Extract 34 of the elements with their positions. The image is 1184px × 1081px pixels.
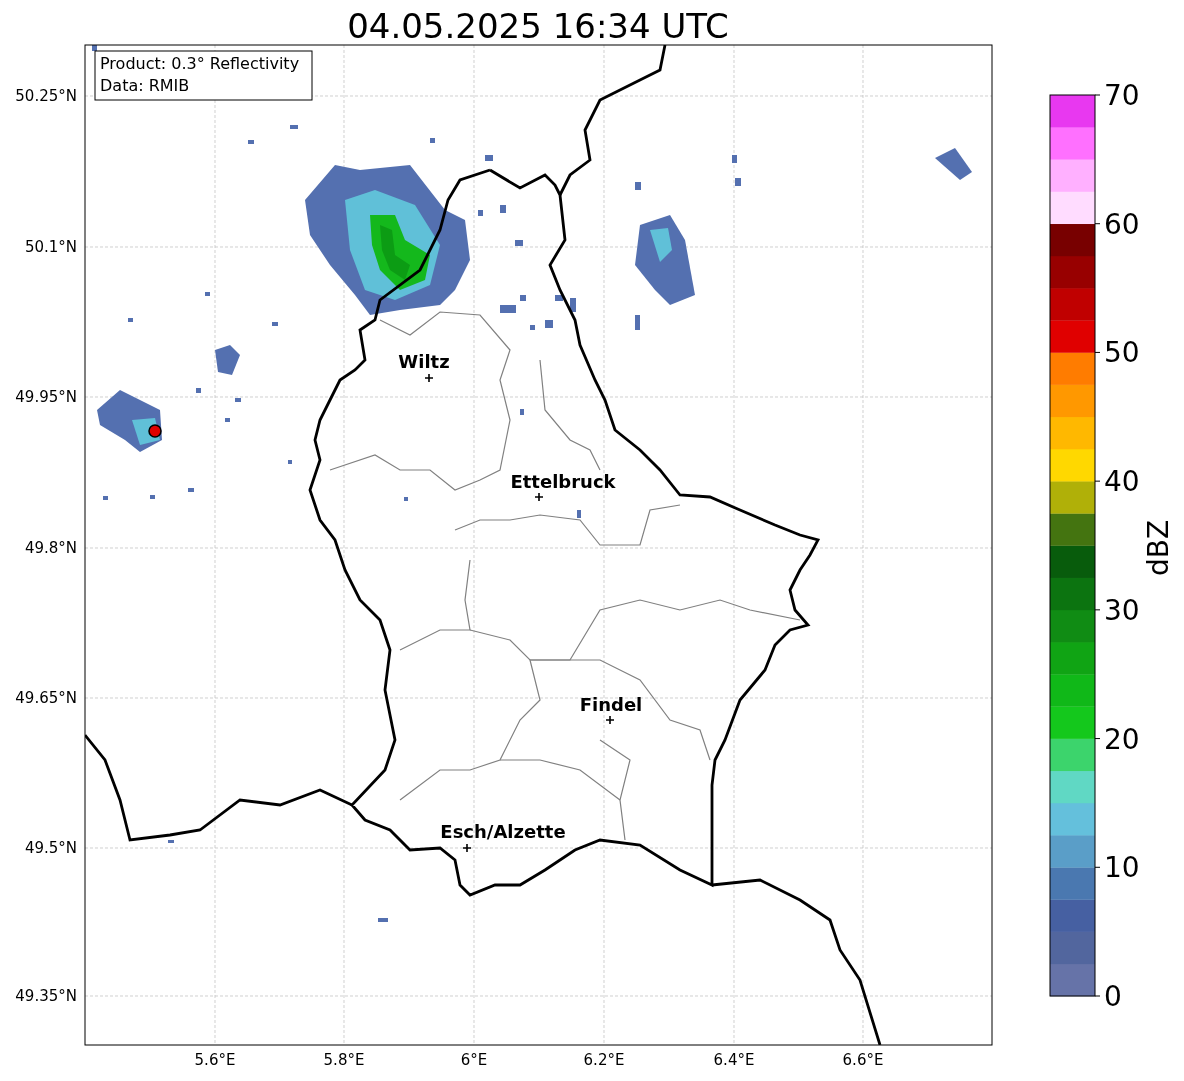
colorbar-tick-label: 60 xyxy=(1104,207,1140,241)
city-marker xyxy=(462,843,472,853)
longitude-label: 5.6°E xyxy=(194,1051,236,1069)
latitude-label: 49.5°N xyxy=(24,839,77,857)
chart-title: 04.05.2025 16:34 UTC xyxy=(347,6,729,46)
city-marker xyxy=(424,373,434,383)
colorbar-tick-label: 70 xyxy=(1104,79,1140,112)
colorbar-tick-label: 10 xyxy=(1104,851,1140,885)
colorbar-tick-label: 50 xyxy=(1104,336,1140,370)
city-marker xyxy=(605,715,615,725)
longitude-label: 6.4°E xyxy=(713,1051,755,1069)
colorbar-title: dBZ xyxy=(1142,519,1175,577)
colorbar-tick-label: 0 xyxy=(1104,980,1122,1013)
colorbar-tick-label: 40 xyxy=(1104,465,1140,499)
longitude-label: 6°E xyxy=(460,1051,488,1069)
info-text: Product: 0.3° Reflectivity xyxy=(100,54,300,73)
latitude-label: 49.95°N xyxy=(15,388,77,406)
city-label: Wiltz xyxy=(398,351,450,372)
colorbar-tick-label: 20 xyxy=(1104,722,1140,756)
radar-site-marker xyxy=(148,424,162,438)
latitude-label: 50.1°N xyxy=(24,238,77,256)
latitude-label: 49.65°N xyxy=(15,689,77,707)
longitude-label: 5.8°E xyxy=(323,1051,365,1069)
info-text: Data: RMIB xyxy=(100,76,190,95)
colorbar-tick-label: 30 xyxy=(1104,593,1140,627)
latitude-label: 49.8°N xyxy=(24,539,77,557)
city-label: Esch/Alzette xyxy=(440,821,566,842)
city-label: Findel xyxy=(579,694,643,715)
latitude-label: 50.25°N xyxy=(15,87,77,105)
city-label: Ettelbruck xyxy=(510,471,616,492)
longitude-label: 6.6°E xyxy=(842,1051,884,1069)
latitude-label: 49.35°N xyxy=(15,987,77,1005)
city-marker xyxy=(534,492,544,502)
longitude-label: 6.2°E xyxy=(583,1051,625,1069)
